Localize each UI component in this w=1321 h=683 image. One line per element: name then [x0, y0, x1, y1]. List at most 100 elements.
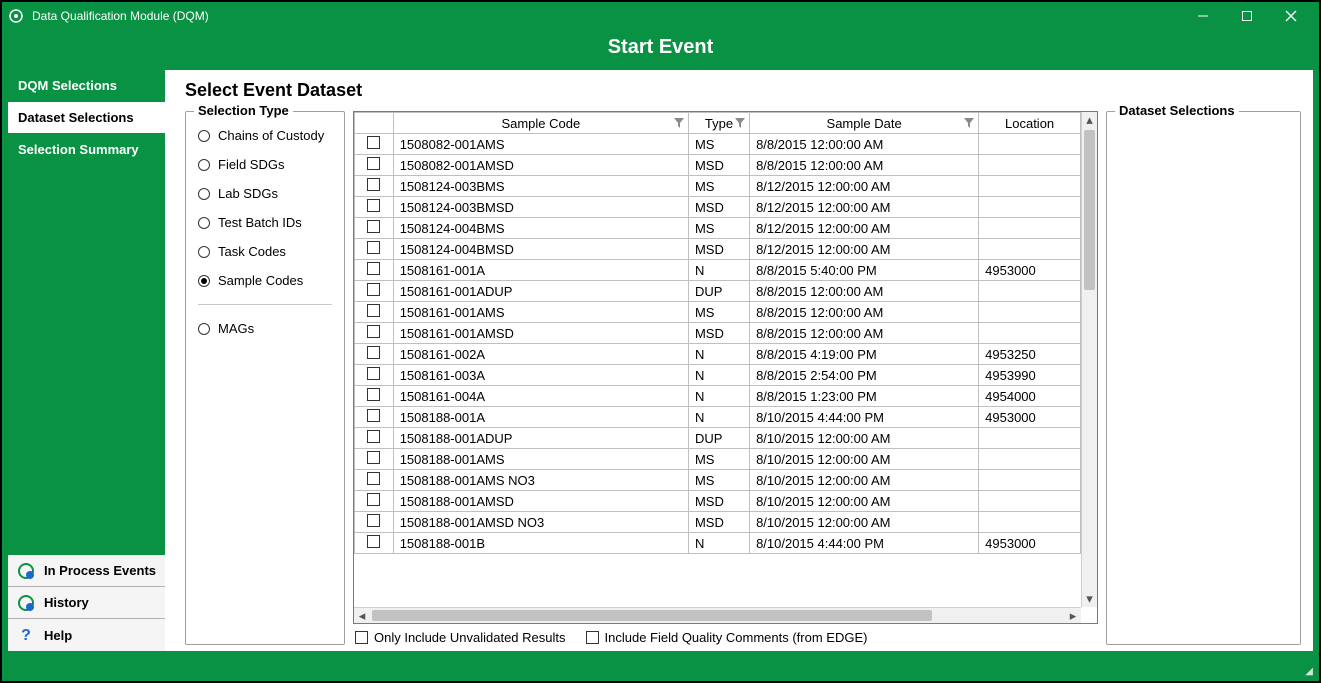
sidebar-item-dqm-selections[interactable]: DQM Selections — [8, 70, 165, 102]
column-header-date[interactable]: Sample Date — [750, 113, 979, 134]
row-checkbox[interactable] — [367, 241, 380, 254]
maximize-button[interactable] — [1225, 2, 1269, 30]
table-row[interactable]: 1508161-002AN8/8/2015 4:19:00 PM4953250 — [355, 344, 1081, 365]
row-checkbox[interactable] — [367, 178, 380, 191]
row-checkbox[interactable] — [367, 493, 380, 506]
cell-sample-date: 8/8/2015 1:23:00 PM — [750, 386, 979, 407]
row-checkbox[interactable] — [367, 430, 380, 443]
row-checkbox[interactable] — [367, 304, 380, 317]
history-icon — [16, 593, 36, 613]
sidebar-item-dataset-selections[interactable]: Dataset Selections — [8, 102, 165, 134]
row-checkbox[interactable] — [367, 199, 380, 212]
table-row[interactable]: 1508124-003BMSDMSD8/12/2015 12:00:00 AM — [355, 197, 1081, 218]
table-row[interactable]: 1508188-001BN8/10/2015 4:44:00 PM4953000 — [355, 533, 1081, 554]
app-icon — [8, 8, 24, 24]
radio-mags[interactable]: MAGs — [198, 321, 332, 336]
row-checkbox[interactable] — [367, 409, 380, 422]
row-checkbox[interactable] — [367, 136, 380, 149]
cell-sample-code: 1508161-002A — [393, 344, 688, 365]
column-header-code[interactable]: Sample Code — [393, 113, 688, 134]
row-checkbox[interactable] — [367, 220, 380, 233]
scroll-left-icon[interactable]: ◂ — [354, 608, 370, 623]
table-row[interactable]: 1508161-001AMSMS8/8/2015 12:00:00 AM — [355, 302, 1081, 323]
filter-icon[interactable] — [735, 116, 745, 131]
vertical-scrollbar[interactable]: ▴ ▾ — [1081, 112, 1097, 607]
checkbox-icon — [355, 631, 368, 644]
vscroll-thumb[interactable] — [1084, 130, 1095, 290]
radio-field-sdgs[interactable]: Field SDGs — [198, 157, 332, 172]
table-row[interactable]: 1508124-004BMSDMSD8/12/2015 12:00:00 AM — [355, 239, 1081, 260]
resize-grip-icon[interactable]: ◢ — [1305, 666, 1313, 677]
row-checkbox[interactable] — [367, 325, 380, 338]
table-row[interactable]: 1508188-001ADUPDUP8/10/2015 12:00:00 AM — [355, 428, 1081, 449]
row-checkbox[interactable] — [367, 535, 380, 548]
only-unvalidated-checkbox[interactable]: Only Include Unvalidated Results — [355, 630, 566, 645]
scroll-right-icon[interactable]: ▸ — [1065, 608, 1081, 623]
table-row[interactable]: 1508161-003AN8/8/2015 2:54:00 PM4953990 — [355, 365, 1081, 386]
events-icon — [16, 561, 36, 581]
row-checkbox[interactable] — [367, 367, 380, 380]
row-checkbox[interactable] — [367, 472, 380, 485]
table-row[interactable]: 1508082-001AMSMS8/8/2015 12:00:00 AM — [355, 134, 1081, 155]
table-row[interactable]: 1508161-001ADUPDUP8/8/2015 12:00:00 AM — [355, 281, 1081, 302]
include-field-quality-checkbox[interactable]: Include Field Quality Comments (from EDG… — [586, 630, 868, 645]
radio-icon — [198, 159, 210, 171]
horizontal-scrollbar[interactable]: ◂ ▸ — [354, 607, 1081, 623]
scroll-down-icon[interactable]: ▾ — [1082, 591, 1097, 607]
row-checkbox[interactable] — [367, 451, 380, 464]
sidebar-button-help[interactable]: ?Help — [8, 619, 165, 651]
sidebar-button-history[interactable]: History — [8, 587, 165, 619]
data-grid[interactable]: Sample CodeTypeSample DateLocation 15080… — [354, 112, 1081, 554]
row-checkbox[interactable] — [367, 346, 380, 359]
cell-location: 4953250 — [979, 344, 1081, 365]
cell-sample-code: 1508161-004A — [393, 386, 688, 407]
titlebar: Data Qualification Module (DQM) — [2, 2, 1319, 30]
column-header-loc[interactable]: Location — [979, 113, 1081, 134]
selection-type-legend: Selection Type — [194, 103, 293, 118]
svg-text:?: ? — [21, 627, 31, 644]
row-checkbox[interactable] — [367, 157, 380, 170]
window-title: Data Qualification Module (DQM) — [32, 9, 209, 23]
row-checkbox[interactable] — [367, 262, 380, 275]
table-row[interactable]: 1508188-001AMSMS8/10/2015 12:00:00 AM — [355, 449, 1081, 470]
table-row[interactable]: 1508161-001AMSDMSD8/8/2015 12:00:00 AM — [355, 323, 1081, 344]
cell-sample-date: 8/10/2015 12:00:00 AM — [750, 428, 979, 449]
table-row[interactable]: 1508161-004AN8/8/2015 1:23:00 PM4954000 — [355, 386, 1081, 407]
column-header-type[interactable]: Type — [688, 113, 749, 134]
cell-sample-date: 8/8/2015 12:00:00 AM — [750, 134, 979, 155]
column-header-check[interactable] — [355, 113, 394, 134]
radio-chains-of-custody[interactable]: Chains of Custody — [198, 128, 332, 143]
grid-options: Only Include Unvalidated Results Include… — [353, 624, 1098, 645]
sidebar-item-selection-summary[interactable]: Selection Summary — [8, 134, 165, 166]
radio-label: Sample Codes — [218, 273, 303, 288]
row-checkbox[interactable] — [367, 514, 380, 527]
table-row[interactable]: 1508161-001AN8/8/2015 5:40:00 PM4953000 — [355, 260, 1081, 281]
radio-icon — [198, 246, 210, 258]
table-row[interactable]: 1508188-001AN8/10/2015 4:44:00 PM4953000 — [355, 407, 1081, 428]
table-row[interactable]: 1508124-004BMSMS8/12/2015 12:00:00 AM — [355, 218, 1081, 239]
filter-icon[interactable] — [964, 116, 974, 131]
cell-sample-code: 1508188-001AMSD NO3 — [393, 512, 688, 533]
hscroll-thumb[interactable] — [372, 610, 932, 621]
table-row[interactable]: 1508082-001AMSDMSD8/8/2015 12:00:00 AM — [355, 155, 1081, 176]
cell-sample-code: 1508161-001AMSD — [393, 323, 688, 344]
row-checkbox[interactable] — [367, 283, 380, 296]
radio-lab-sdgs[interactable]: Lab SDGs — [198, 186, 332, 201]
table-row[interactable]: 1508188-001AMS NO3MS8/10/2015 12:00:00 A… — [355, 470, 1081, 491]
table-row[interactable]: 1508188-001AMSDMSD8/10/2015 12:00:00 AM — [355, 491, 1081, 512]
close-button[interactable] — [1269, 2, 1313, 30]
cell-sample-date: 8/12/2015 12:00:00 AM — [750, 239, 979, 260]
minimize-button[interactable] — [1181, 2, 1225, 30]
filter-icon[interactable] — [674, 116, 684, 131]
table-row[interactable]: 1508188-001AMSD NO3MSD8/10/2015 12:00:00… — [355, 512, 1081, 533]
radio-sample-codes[interactable]: Sample Codes — [198, 273, 332, 288]
page-heading: Start Event — [2, 30, 1319, 70]
row-checkbox[interactable] — [367, 388, 380, 401]
radio-test-batch-ids[interactable]: Test Batch IDs — [198, 215, 332, 230]
sidebar-button-in-process-events[interactable]: In Process Events — [8, 555, 165, 587]
scroll-up-icon[interactable]: ▴ — [1082, 112, 1097, 128]
radio-task-codes[interactable]: Task Codes — [198, 244, 332, 259]
table-row[interactable]: 1508124-003BMSMS8/12/2015 12:00:00 AM — [355, 176, 1081, 197]
cell-sample-code: 1508124-004BMS — [393, 218, 688, 239]
radio-icon — [198, 130, 210, 142]
